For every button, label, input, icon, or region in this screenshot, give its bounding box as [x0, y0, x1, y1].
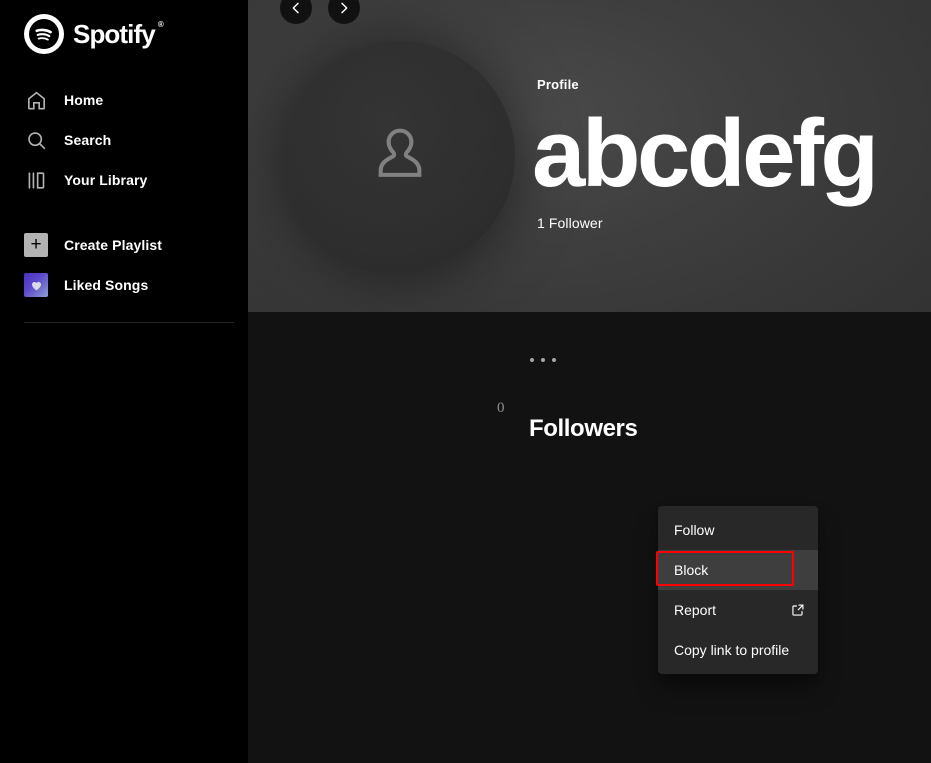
- context-menu-item-label: Block: [674, 562, 709, 578]
- sidebar-item-your-library[interactable]: Your Library: [0, 160, 248, 200]
- sidebar: Spotify ® Home Search Your Library + Cre…: [0, 0, 248, 763]
- profile-type-label: Profile: [537, 76, 579, 92]
- stray-text-artifact: 0: [497, 400, 505, 416]
- profile-info: Profile abcdefg 1 Follower: [532, 76, 879, 236]
- trademark-mark: ®: [157, 19, 164, 29]
- followers-section-title: Followers: [529, 415, 638, 442]
- profile-header-row: Profile abcdefg 1 Follower: [248, 0, 931, 312]
- context-menu-item-label: Report: [674, 602, 717, 618]
- external-link-icon: [790, 602, 806, 618]
- context-menu: Follow Block Report Copy link to profile: [658, 506, 818, 674]
- follower-count: 1 Follower: [537, 215, 603, 232]
- context-menu-item-copy-link[interactable]: Copy link to profile: [658, 630, 818, 670]
- sidebar-item-label: Your Library: [64, 172, 148, 188]
- plus-icon: +: [24, 233, 48, 257]
- sidebar-secondary-nav: + Create Playlist Liked Songs: [0, 225, 248, 305]
- brand-name: Spotify ®: [73, 18, 164, 49]
- context-menu-item-block[interactable]: Block: [658, 550, 818, 590]
- sidebar-item-create-playlist[interactable]: + Create Playlist: [0, 225, 248, 265]
- spotify-app-window: Spotify ® Home Search Your Library + Cre…: [0, 0, 931, 763]
- sidebar-item-liked-songs[interactable]: Liked Songs: [0, 265, 248, 305]
- sidebar-item-search[interactable]: Search: [0, 120, 248, 160]
- profile-body: 0 Followers Raashid Profile: [248, 312, 931, 763]
- profile-avatar[interactable]: [285, 41, 515, 271]
- home-icon: [24, 88, 48, 112]
- context-menu-item-report[interactable]: Report: [658, 590, 818, 630]
- heart-icon: [24, 273, 48, 297]
- back-button[interactable]: [280, 0, 312, 24]
- navigation-controls: [280, 0, 360, 24]
- person-placeholder-icon: [378, 128, 422, 177]
- context-menu-item-label: Follow: [674, 522, 715, 538]
- sidebar-item-label: Search: [64, 132, 112, 148]
- profile-display-name: abcdefg: [532, 99, 879, 207]
- sidebar-item-label: Home: [64, 92, 104, 108]
- context-menu-item-label: Copy link to profile: [674, 642, 790, 658]
- brand-logo-area[interactable]: Spotify ®: [0, 0, 248, 54]
- sidebar-primary-nav: Home Search Your Library: [0, 80, 248, 200]
- context-menu-item-follow[interactable]: Follow: [658, 510, 818, 550]
- sidebar-divider: [24, 322, 234, 323]
- library-icon: [24, 168, 48, 192]
- sidebar-item-label: Create Playlist: [64, 237, 162, 253]
- search-icon: [24, 128, 48, 152]
- profile-header: Profile abcdefg 1 Follower: [248, 0, 931, 312]
- main-content: Profile abcdefg 1 Follower 0 Followers R…: [248, 0, 931, 763]
- sidebar-item-home[interactable]: Home: [0, 80, 248, 120]
- spotify-logo-icon: [24, 14, 64, 54]
- sidebar-item-label: Liked Songs: [64, 277, 149, 293]
- forward-button[interactable]: [328, 0, 360, 24]
- ellipsis-icon[interactable]: [530, 350, 564, 370]
